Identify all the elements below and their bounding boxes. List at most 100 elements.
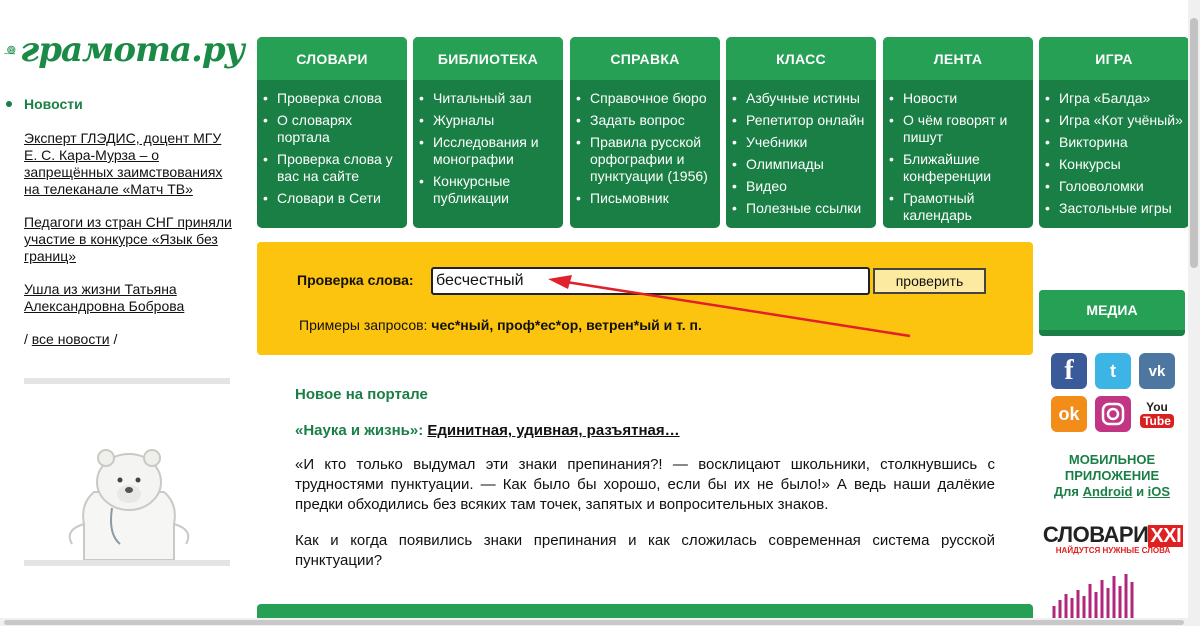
mascot-banner[interactable] bbox=[24, 378, 230, 566]
nav-item-label: Репетитор онлайн bbox=[746, 112, 865, 128]
nav-item[interactable]: Ближайшие конференции bbox=[889, 151, 1029, 185]
nav-item[interactable]: Журналы bbox=[419, 112, 559, 129]
instagram-icon[interactable] bbox=[1095, 396, 1131, 432]
site-logo[interactable]: грамота.ру bbox=[4, 24, 245, 76]
nav-item-label: Ближайшие конференции bbox=[903, 151, 992, 184]
bullet-icon bbox=[263, 190, 277, 207]
nav-title-slovari[interactable]: СЛОВАРИ bbox=[257, 37, 407, 80]
nav-item[interactable]: Учебники bbox=[732, 134, 872, 151]
nav-item[interactable]: Олимпиады bbox=[732, 156, 872, 173]
news-item-bobrova[interactable]: Ушла из жизни Татьяна Александровна Бобр… bbox=[24, 281, 236, 315]
nav-item[interactable]: Репетитор онлайн bbox=[732, 112, 872, 129]
nav-item[interactable]: О словарях портала bbox=[263, 112, 403, 146]
news-item-sng[interactable]: Педагоги из стран СНГ приняли участие в … bbox=[24, 214, 236, 265]
nav-item-label: Письмовник bbox=[590, 190, 669, 206]
nav-item-label: Новости bbox=[903, 90, 958, 106]
nav-item[interactable]: Письмовник bbox=[576, 190, 716, 207]
bullet-icon bbox=[419, 90, 433, 107]
odnoklassniki-icon[interactable]: ok bbox=[1051, 396, 1087, 432]
media-header: МЕДИА bbox=[1039, 290, 1185, 336]
mobile-platforms: Для Android и iOS bbox=[1039, 484, 1185, 500]
facebook-icon[interactable]: f bbox=[1051, 353, 1087, 389]
bullet-icon bbox=[889, 112, 903, 146]
nav-klass: КЛАСС Азбучные истины Репетитор онлайн У… bbox=[726, 37, 876, 228]
nav-item[interactable]: Застольные игры bbox=[1045, 200, 1185, 217]
nav-item[interactable]: Игра «Кот учёный» bbox=[1045, 112, 1185, 129]
nav-item-label: Словари в Сети bbox=[277, 190, 381, 206]
news-heading[interactable]: Новости bbox=[6, 96, 236, 112]
purple-bars-banner-icon[interactable] bbox=[1050, 572, 1160, 618]
nav-item[interactable]: Справочное бюро bbox=[576, 90, 716, 107]
slovari-xxi: XXI bbox=[1148, 525, 1184, 547]
nav-item-label: Читальный зал bbox=[433, 90, 532, 106]
slovari-xxi-banner[interactable]: СЛОВАРИ XXI НАЙДУТСЯ НУЖНЫЕ СЛОВА bbox=[1040, 522, 1186, 555]
nav-item[interactable]: Видео bbox=[732, 178, 872, 195]
nav-item[interactable]: Читальный зал bbox=[419, 90, 559, 107]
nav-title-igra[interactable]: ИГРА bbox=[1039, 37, 1189, 80]
main-content: Новое на портале «Наука и жизнь»: Единит… bbox=[295, 386, 995, 571]
nav-item-label: Исследования и монографии bbox=[433, 134, 539, 167]
nav-title-lenta[interactable]: ЛЕНТА bbox=[883, 37, 1033, 80]
youtube-tube: Tube bbox=[1140, 414, 1174, 428]
all-news-link[interactable]: все новости bbox=[32, 331, 110, 347]
nav-title-spravka[interactable]: СПРАВКА bbox=[570, 37, 720, 80]
nav-item[interactable]: О чём говорят и пишут bbox=[889, 112, 1029, 146]
nav-item[interactable]: Проверка слова bbox=[263, 90, 403, 107]
nav-list-slovari: Проверка слова О словарях портала Провер… bbox=[257, 80, 407, 207]
media-title: МЕДИА bbox=[1039, 290, 1185, 330]
vk-icon[interactable]: vk bbox=[1139, 353, 1175, 389]
nav-item-label: Полезные ссылки bbox=[746, 200, 862, 216]
content-title: Новое на портале bbox=[295, 386, 428, 403]
nav-item[interactable]: Исследования и монографии bbox=[419, 134, 559, 168]
horizontal-scrollbar-thumb[interactable] bbox=[4, 620, 1184, 625]
nav-item[interactable]: Новости bbox=[889, 90, 1029, 107]
bullet-icon bbox=[419, 134, 433, 168]
article-link[interactable]: Единитная, удивная, разъятная… bbox=[427, 422, 679, 439]
examples-label: Примеры запросов: bbox=[299, 317, 432, 333]
bullet-icon bbox=[889, 151, 903, 185]
youtube-icon[interactable]: You Tube bbox=[1139, 396, 1175, 432]
nav-item[interactable]: Конкурсы bbox=[1045, 156, 1185, 173]
instagram-glyph-icon bbox=[1101, 402, 1125, 426]
nav-item[interactable]: Викторина bbox=[1045, 134, 1185, 151]
nav-item-label: Игра «Балда» bbox=[1059, 90, 1151, 106]
bullet-icon bbox=[576, 112, 590, 129]
slovari-name: СЛОВАРИ XXI bbox=[1040, 522, 1186, 548]
vertical-scrollbar-thumb[interactable] bbox=[1190, 18, 1198, 268]
news-item-gledis[interactable]: Эксперт ГЛЭДИС, доцент МГУ Е. С. Кара-Му… bbox=[24, 130, 236, 198]
nav-item[interactable]: Проверка слова у вас на сайте bbox=[263, 151, 403, 185]
check-button[interactable]: проверить bbox=[873, 268, 986, 294]
examples-text[interactable]: чес*ный, проф*ес*ор, ветрен*ый и т. п. bbox=[431, 317, 702, 333]
news-heading-label: Новости bbox=[24, 96, 83, 112]
nav-item[interactable]: Полезные ссылки bbox=[732, 200, 872, 217]
nav-item[interactable]: Задать вопрос bbox=[576, 112, 716, 129]
bullet-icon bbox=[732, 156, 746, 173]
nav-item[interactable]: Головоломки bbox=[1045, 178, 1185, 195]
nav-item[interactable]: Правила русской орфографии и пунктуации … bbox=[576, 134, 716, 185]
nav-item-label: Учебники bbox=[746, 134, 808, 150]
nav-igra: ИГРА Игра «Балда» Игра «Кот учёный» Викт… bbox=[1039, 37, 1189, 228]
nav-item[interactable]: Конкурсные публикации bbox=[419, 173, 559, 207]
nav-item[interactable]: Азбучные истины bbox=[732, 90, 872, 107]
nav-title-klass[interactable]: КЛАСС bbox=[726, 37, 876, 80]
bullet-icon bbox=[889, 190, 903, 224]
twitter-icon[interactable]: t bbox=[1095, 353, 1131, 389]
all-news-sep-end: / bbox=[109, 331, 118, 347]
nav-item[interactable]: Игра «Балда» bbox=[1045, 90, 1185, 107]
nav-item-label: Грамотный календарь bbox=[903, 190, 975, 223]
android-link[interactable]: Android bbox=[1083, 484, 1133, 499]
ios-link[interactable]: iOS bbox=[1148, 484, 1170, 499]
nav-item-label: О чём говорят и пишут bbox=[903, 112, 1008, 145]
nav-item[interactable]: Грамотный календарь bbox=[889, 190, 1029, 224]
nav-slovari: СЛОВАРИ Проверка слова О словарях портал… bbox=[257, 37, 407, 228]
search-label: Проверка слова: bbox=[297, 272, 414, 288]
nav-title-biblioteka[interactable]: БИБЛИОТЕКА bbox=[413, 37, 563, 80]
article-source: «Наука и жизнь»: bbox=[295, 422, 424, 439]
mobile-for: Для bbox=[1053, 484, 1083, 499]
nav-list-igra: Игра «Балда» Игра «Кот учёный» Викторина… bbox=[1039, 80, 1189, 217]
search-input[interactable] bbox=[431, 267, 870, 295]
nav-item-label: Задать вопрос bbox=[590, 112, 685, 128]
bullet-icon bbox=[889, 90, 903, 107]
nav-item[interactable]: Словари в Сети bbox=[263, 190, 403, 207]
mobile-line-1: МОБИЛЬНОЕ bbox=[1068, 452, 1156, 467]
